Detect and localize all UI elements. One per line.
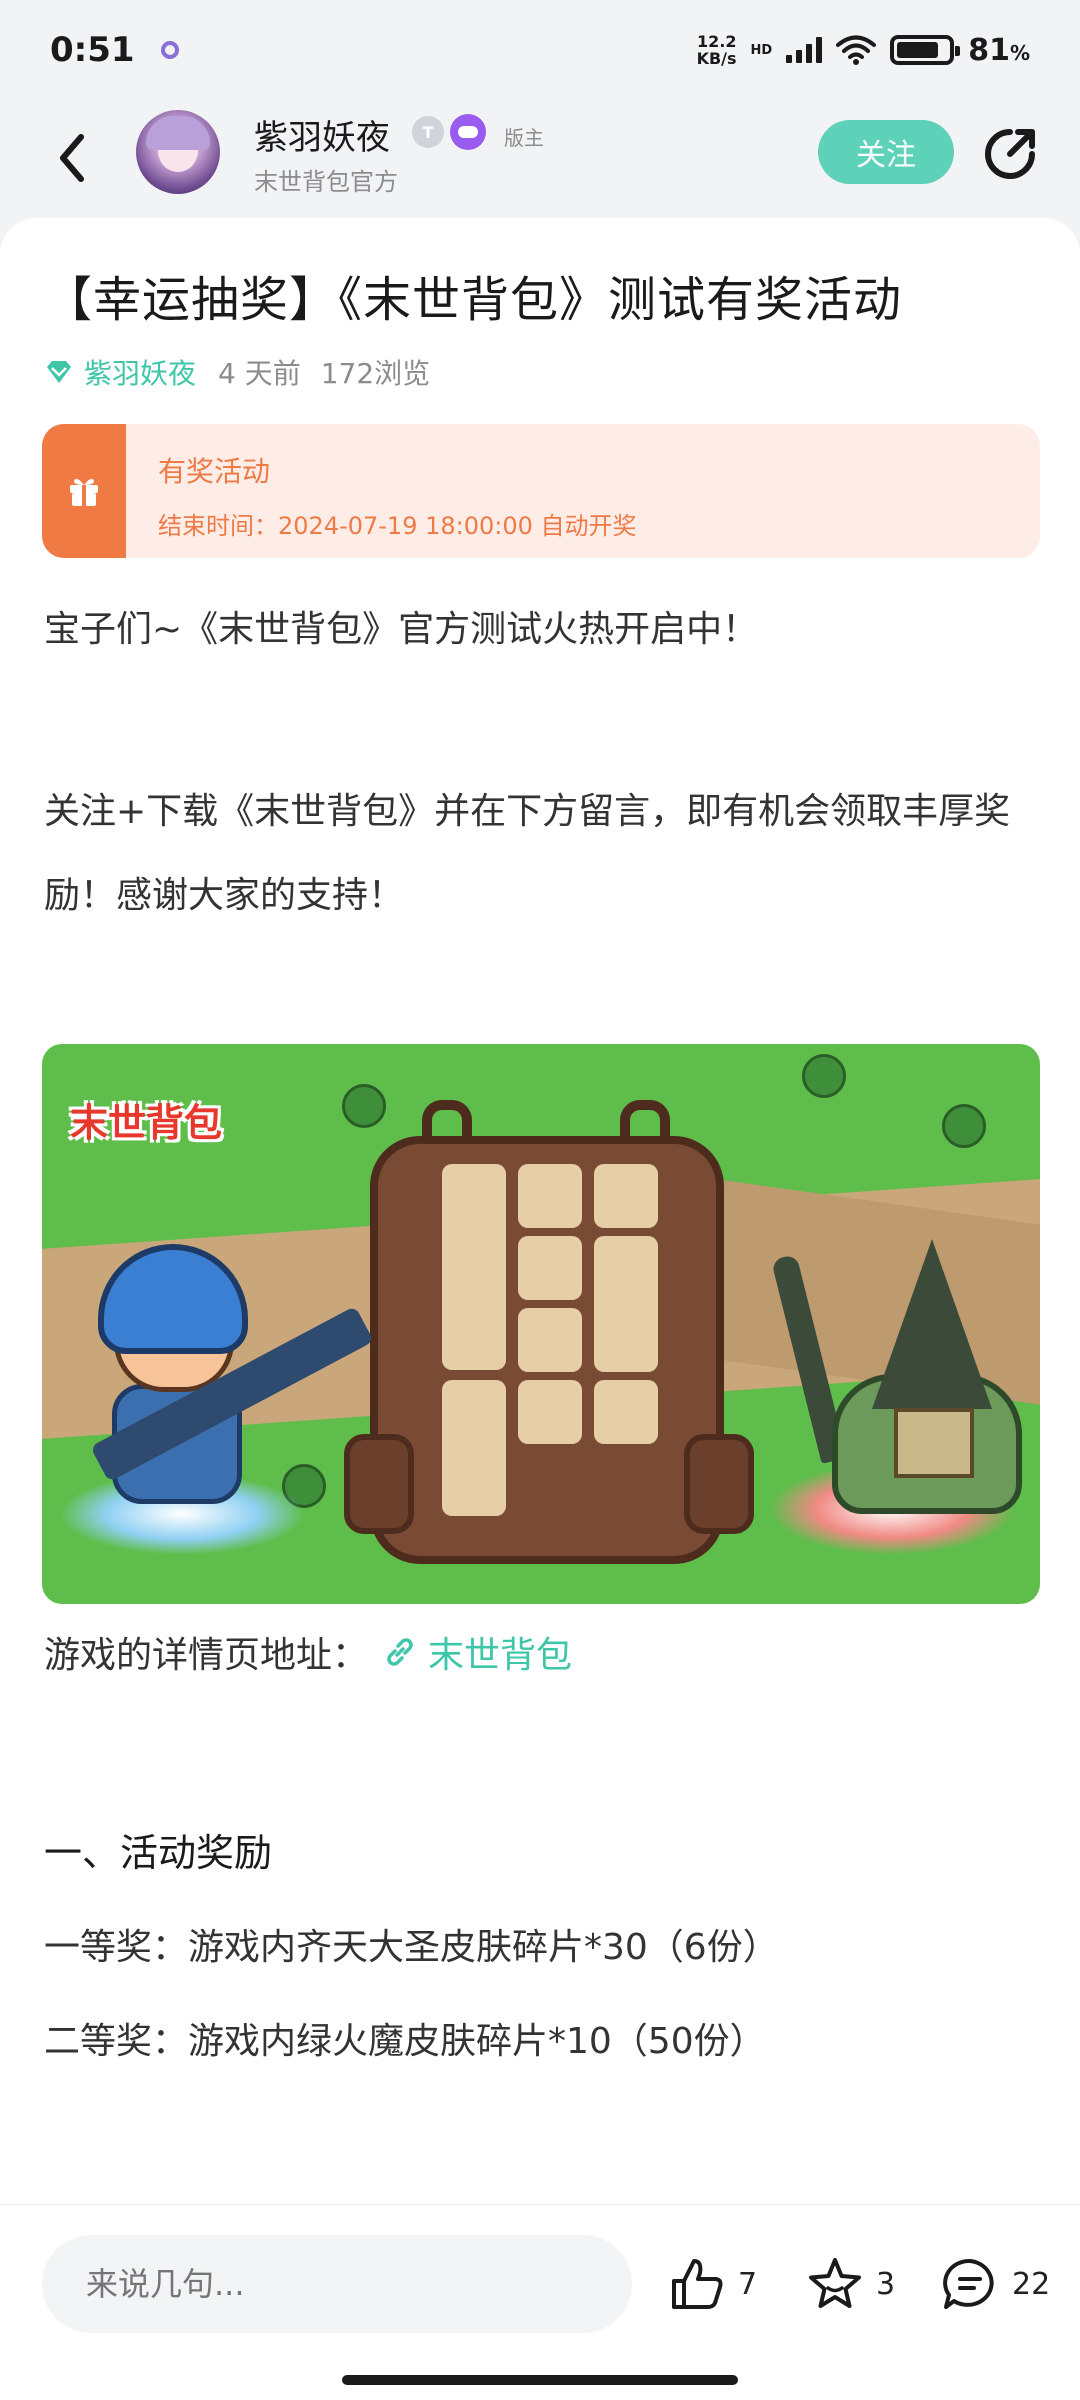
section-title-rewards: 一、活动奖励 — [44, 1831, 273, 1875]
banner-slot — [594, 1380, 658, 1444]
role-tag: 版主 — [504, 126, 544, 150]
home-indicator[interactable] — [342, 2375, 738, 2385]
banner-slot — [518, 1380, 582, 1444]
banner-slot — [518, 1236, 582, 1300]
prize-second: 二等奖：游戏内绿火魔皮肤碎片*10（50份） — [44, 2021, 766, 2062]
prize-activity-box[interactable]: 有奖活动 结束时间：2024-07-19 18:00:00 自动开奖 — [42, 424, 1040, 558]
post-views: 172浏览 — [320, 357, 431, 390]
banner-zombie-head — [872, 1239, 992, 1409]
star-icon — [809, 2258, 861, 2308]
post-paragraph-2: 关注+下载《末世背包》并在下方留言，即有机会领取丰厚奖励！感谢大家的支持！ — [44, 791, 1011, 916]
comment-icon — [943, 2258, 994, 2309]
game-link-prefix: 游戏的详情页地址： — [44, 1635, 369, 1676]
bottom-action-bar: 7 3 22 — [0, 2204, 1080, 2400]
banner-slot — [442, 1380, 506, 1516]
prize-end-time: 结束时间：2024-07-19 18:00:00 自动开奖 — [158, 512, 637, 540]
comment-input[interactable] — [42, 2235, 632, 2333]
banner-pouch — [344, 1434, 414, 1534]
banner-pouch — [684, 1434, 754, 1534]
status-bar: 0:51 12.2 KB/s HD 81% — [0, 0, 1080, 100]
banner-tree — [802, 1054, 846, 1098]
notification-dot-icon — [160, 41, 179, 59]
favorite-count: 3 — [876, 2266, 896, 2302]
post-meta: 紫羽妖夜 4 天前 172浏览 — [44, 352, 430, 392]
gamepad-badge-icon — [450, 114, 486, 150]
banner-slot — [518, 1164, 582, 1228]
prize-label: 有奖活动 — [158, 455, 271, 488]
net-speed-value: 12.2 — [697, 32, 737, 51]
post-paragraph-1: 宝子们~《末世背包》官方测试火热开启中！ — [44, 609, 759, 650]
game-link-line: 游戏的详情页地址： 末世背包 — [44, 1626, 572, 1678]
gift-icon-wrap — [42, 424, 126, 558]
banner-slot — [594, 1164, 658, 1228]
banner-tree — [942, 1104, 986, 1148]
prize-first: 一等奖：游戏内齐天大圣皮肤碎片*30（6份） — [44, 1927, 779, 1968]
comment-button[interactable]: 22 — [940, 2255, 1050, 2313]
post-time: 4 天前 — [218, 357, 301, 390]
status-time: 0:51 — [50, 30, 135, 70]
signal-icon — [786, 37, 823, 63]
gift-icon — [70, 478, 98, 506]
back-button[interactable] — [50, 128, 94, 188]
post-title: 【幸运抽奖】《末世背包》测试有奖活动 — [44, 272, 903, 328]
game-link[interactable]: 末世背包 — [428, 1626, 572, 1678]
comment-count: 22 — [1012, 2266, 1051, 2302]
net-speed: 12.2 KB/s — [697, 33, 737, 67]
like-button[interactable]: 7 — [668, 2255, 757, 2313]
wifi-icon — [836, 35, 877, 65]
banner-slot — [518, 1308, 582, 1372]
game-banner-image[interactable]: 末世背包 — [42, 1044, 1040, 1604]
status-right: 12.2 KB/s HD 81% — [697, 33, 1030, 68]
post-card: 【幸运抽奖】《末世背包》测试有奖活动 紫羽妖夜 4 天前 172浏览 有奖活动 … — [0, 218, 1080, 2400]
avatar[interactable] — [136, 110, 220, 194]
banner-zombie-box — [894, 1408, 974, 1478]
link-icon — [387, 1638, 413, 1666]
gem-icon — [47, 361, 71, 383]
battery-percent: 81% — [968, 32, 1030, 68]
banner-slot-rifle — [442, 1164, 506, 1370]
post-author[interactable]: 紫羽妖夜 — [84, 352, 196, 392]
banner-slot — [594, 1236, 658, 1372]
like-count: 7 — [738, 2266, 758, 2302]
banner-game-logo: 末世背包 — [70, 1101, 223, 1145]
hd-label: HD — [750, 42, 773, 58]
share-icon — [985, 129, 1035, 179]
author-name[interactable]: 紫羽妖夜 — [254, 110, 390, 159]
battery-icon — [890, 35, 961, 65]
level-badge-icon: T — [412, 116, 444, 148]
author-subtitle: 末世背包官方 — [254, 168, 398, 196]
net-speed-unit: KB/s — [696, 49, 737, 68]
like-icon — [672, 2259, 723, 2309]
share-button[interactable] — [980, 124, 1040, 184]
favorite-button[interactable]: 3 — [806, 2255, 895, 2313]
back-icon — [60, 134, 84, 182]
banner-tree — [342, 1084, 386, 1128]
post-header: 紫羽妖夜 T 版主 末世背包官方 关注 — [0, 100, 1080, 220]
follow-button[interactable]: 关注 — [818, 120, 954, 184]
